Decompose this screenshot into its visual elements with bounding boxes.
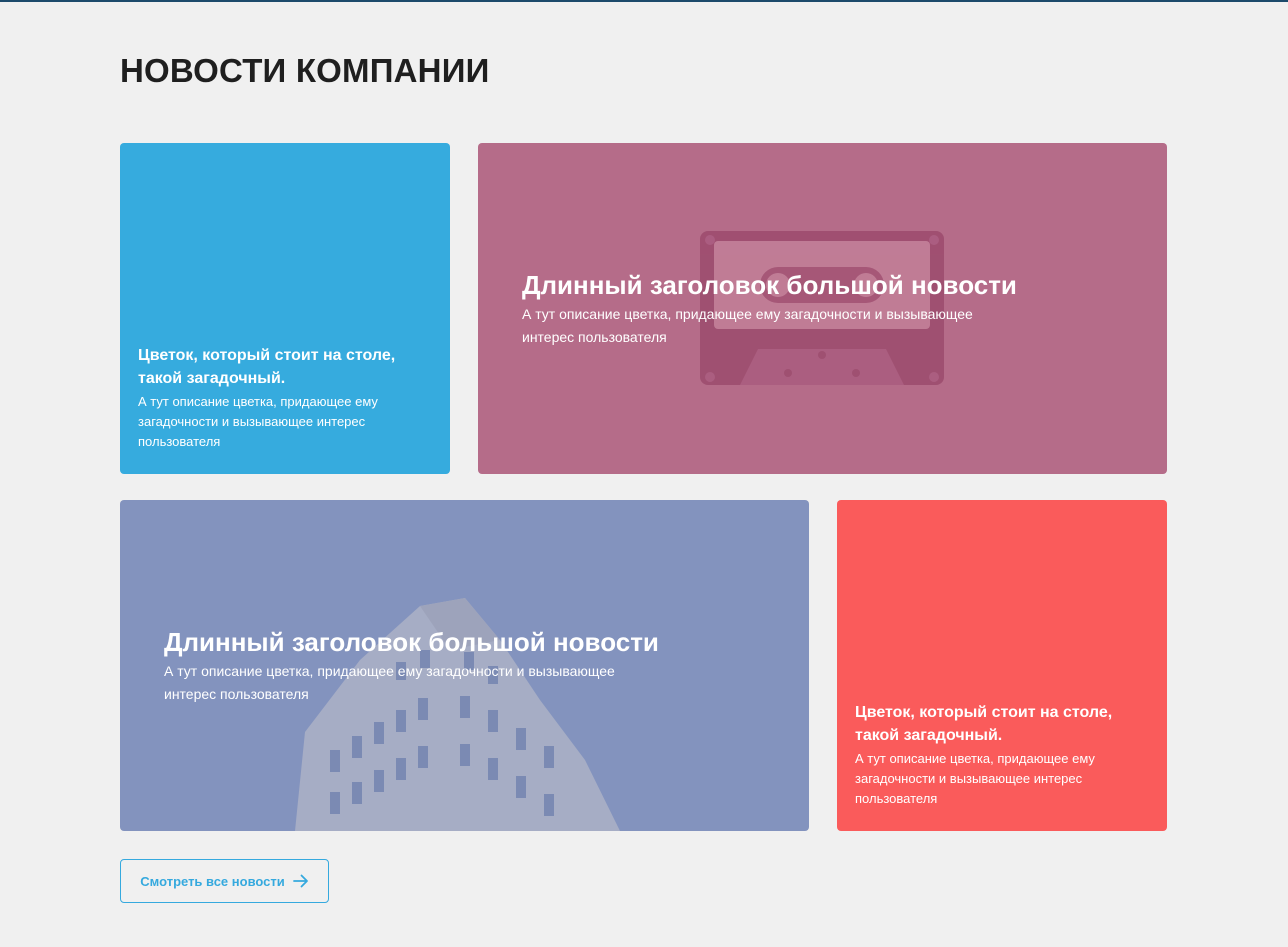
news-card-description: А тут описание цветка, придающее ему заг…: [855, 751, 1095, 806]
news-card-text: Цветок, который стоит на столе, такой за…: [138, 344, 420, 452]
news-card-large-cassette[interactable]: Длинный заголовок большой новости А тут …: [478, 143, 1167, 474]
news-card-text: Длинный заголовок большой новости А тут …: [522, 269, 1017, 349]
top-border-line: [0, 0, 1288, 2]
news-card-small-red[interactable]: Цветок, который стоит на столе, такой за…: [837, 500, 1167, 831]
news-card-heading: Длинный заголовок большой новости: [164, 627, 659, 657]
news-card-heading: Цветок, который стоит на столе, такой за…: [855, 704, 1113, 744]
see-all-news-label: Смотреть все новости: [140, 873, 285, 889]
news-card-heading: Цветок, который стоит на столе, такой за…: [138, 347, 396, 387]
news-card-text: Длинный заголовок большой новости А тут …: [164, 626, 659, 706]
news-card-heading: Длинный заголовок большой новости: [522, 270, 1017, 300]
news-card-large-building[interactable]: Длинный заголовок большой новости А тут …: [120, 500, 809, 831]
news-card-small-blue[interactable]: Цветок, который стоит на столе, такой за…: [120, 143, 450, 474]
news-card-description: А тут описание цветка, придающее ему заг…: [164, 663, 615, 702]
see-all-news-button[interactable]: Смотреть все новости: [120, 859, 329, 903]
page-title: НОВОСТИ КОМПАНИИ: [120, 52, 490, 89]
arrow-right-icon: [292, 874, 309, 888]
news-card-text: Цветок, который стоит на столе, такой за…: [855, 701, 1137, 809]
news-card-description: А тут описание цветка, придающее ему заг…: [138, 394, 378, 449]
news-card-description: А тут описание цветка, придающее ему заг…: [522, 306, 973, 345]
